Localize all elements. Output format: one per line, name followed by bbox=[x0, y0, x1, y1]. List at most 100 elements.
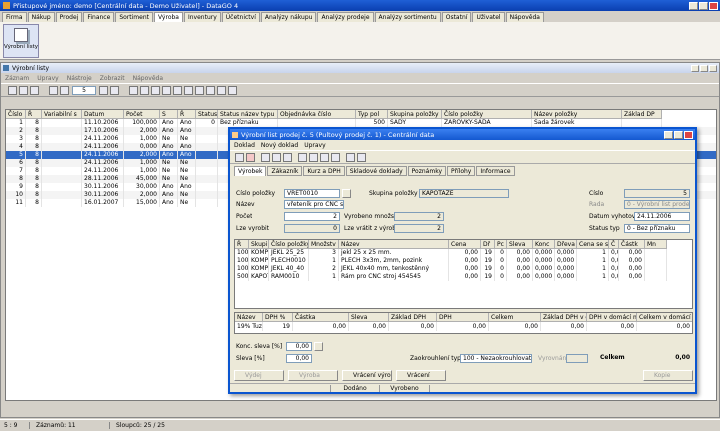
edit-icon[interactable] bbox=[8, 85, 17, 95]
list-menu-item-1[interactable]: Úpravy bbox=[37, 75, 58, 82]
menu-tab-6[interactable]: Inventury bbox=[183, 12, 221, 22]
copy-icon[interactable] bbox=[283, 152, 292, 162]
list-item[interactable]: 500KAPOTAZRAM00101Rám pro CNC stroj 4545… bbox=[235, 273, 692, 281]
vat-col-header[interactable]: Sleva bbox=[349, 313, 389, 322]
issue-button[interactable]: Výdej bbox=[234, 369, 284, 381]
items-col-header[interactable]: Dř bbox=[481, 240, 495, 249]
vat-col-header[interactable]: DPH v domácí m bbox=[587, 313, 637, 322]
list-menu-item-2[interactable]: Nástroje bbox=[67, 75, 92, 82]
items-col-header[interactable]: Dřeva bbox=[555, 240, 577, 249]
list-col-header[interactable]: S bbox=[160, 110, 178, 119]
menu-tab-4[interactable]: Sortiment bbox=[115, 12, 153, 22]
vat-col-header[interactable]: Celkem v domácí bbox=[637, 313, 692, 322]
production-button[interactable]: Výroba bbox=[288, 369, 338, 381]
menu-tab-1[interactable]: Nákup bbox=[27, 12, 55, 22]
items-col-header[interactable]: Mn bbox=[645, 240, 667, 249]
items-col-header[interactable]: Konc bbox=[533, 240, 555, 249]
status-type-select[interactable]: 0 - Bez příznaku bbox=[624, 224, 690, 233]
list-close-button[interactable] bbox=[709, 64, 717, 72]
items-col-header[interactable]: Číslo položky bbox=[269, 240, 309, 249]
list-col-header[interactable]: Objednávka číslo bbox=[278, 110, 356, 119]
items-col-header[interactable]: Cena bbox=[449, 240, 481, 249]
list-col-header[interactable]: Základ DP bbox=[622, 110, 662, 119]
list-menu-item-3[interactable]: Zobrazit bbox=[100, 75, 125, 82]
list-col-header[interactable]: Číslo položky bbox=[442, 110, 532, 119]
item-number-field[interactable]: VRET0010 bbox=[284, 189, 340, 198]
list-col-header[interactable]: Status1 bbox=[196, 110, 218, 119]
detail-tab-0[interactable]: Výrobek bbox=[234, 166, 267, 176]
link-icon[interactable] bbox=[298, 152, 307, 162]
list-menu-item-0[interactable]: Záznam bbox=[5, 75, 29, 82]
sort-icon[interactable] bbox=[140, 85, 149, 95]
filter-icon[interactable] bbox=[151, 85, 160, 95]
return-production-button[interactable]: Vrácení výroby bbox=[342, 369, 392, 381]
settings-icon[interactable] bbox=[228, 85, 237, 95]
menu-tab-2[interactable]: Prodej bbox=[55, 12, 83, 22]
issue-date-field[interactable]: 24.11.2006 bbox=[634, 212, 690, 221]
list-menu-item-4[interactable]: Nápověda bbox=[133, 75, 163, 82]
list-col-header[interactable]: Ř bbox=[178, 110, 196, 119]
items-col-header[interactable]: Množstv bbox=[309, 240, 339, 249]
vat-col-header[interactable]: DPH % bbox=[263, 313, 293, 322]
copy-button[interactable]: Kopie bbox=[643, 369, 693, 381]
menu-tab-3[interactable]: Finance bbox=[83, 12, 115, 22]
page-number-input[interactable]: 5 bbox=[72, 85, 96, 95]
detail-tab-3[interactable]: Skladové doklady bbox=[345, 166, 407, 176]
prev-record-icon[interactable] bbox=[60, 85, 69, 95]
items-col-header[interactable]: Skupi bbox=[249, 240, 269, 249]
items-col-header[interactable]: Pc bbox=[495, 240, 507, 249]
detail-maximize-button[interactable] bbox=[674, 130, 683, 139]
detail-minimize-button[interactable] bbox=[664, 130, 673, 139]
menu-tab-9[interactable]: Analýzy prodeje bbox=[317, 12, 374, 22]
next-record-icon[interactable] bbox=[99, 85, 108, 95]
select-icon[interactable] bbox=[195, 85, 204, 95]
vat-col-header[interactable]: Název bbox=[235, 313, 263, 322]
closing-discount-button[interactable] bbox=[314, 342, 323, 351]
tools-icon[interactable] bbox=[184, 85, 193, 95]
menu-tab-11[interactable]: Ostatní bbox=[441, 12, 472, 22]
calc-icon[interactable] bbox=[173, 85, 182, 95]
sort-icon[interactable] bbox=[346, 152, 355, 162]
detail-tab-5[interactable]: Přílohy bbox=[447, 166, 476, 176]
menu-tab-8[interactable]: Analýzy nákupu bbox=[260, 12, 317, 22]
list-col-header[interactable]: Počet bbox=[124, 110, 160, 119]
detail-menu-item-2[interactable]: Úpravy bbox=[304, 142, 325, 149]
list-col-header[interactable]: Název položky bbox=[532, 110, 622, 119]
menu-tab-10[interactable]: Analýzy sortimentu bbox=[374, 12, 441, 22]
close-button[interactable] bbox=[709, 1, 718, 10]
item-lookup-button[interactable] bbox=[342, 189, 351, 198]
print-icon[interactable] bbox=[261, 152, 270, 162]
menu-tab-13[interactable]: Nápověda bbox=[505, 12, 544, 22]
find-icon[interactable] bbox=[162, 85, 171, 95]
first-record-icon[interactable] bbox=[49, 85, 58, 95]
refresh-icon[interactable] bbox=[129, 85, 138, 95]
preview-icon[interactable] bbox=[272, 152, 281, 162]
items-col-header[interactable]: Částk bbox=[619, 240, 645, 249]
items-col-header[interactable]: Název bbox=[339, 240, 449, 249]
closing-discount-field[interactable]: 0,00 bbox=[286, 342, 312, 351]
detail-tab-4[interactable]: Poznámky bbox=[407, 166, 447, 176]
trash-icon[interactable] bbox=[357, 152, 366, 162]
detail-menu-item-1[interactable]: Nový doklad bbox=[261, 142, 298, 149]
minimize-button[interactable] bbox=[689, 1, 698, 10]
count-field[interactable]: 2 bbox=[284, 212, 340, 221]
discount-field[interactable]: 0,00 bbox=[286, 354, 312, 363]
name-field[interactable]: vřeteník pro CNC stroj atd. bbox=[284, 200, 344, 209]
rounding-select[interactable]: 100 - Nezaokrouhlovat bbox=[460, 354, 532, 363]
list-minimize-button[interactable] bbox=[691, 64, 699, 72]
columns-icon[interactable] bbox=[206, 85, 215, 95]
items-col-header[interactable]: Sleva bbox=[507, 240, 533, 249]
detail-tab-1[interactable]: Zákazník bbox=[267, 166, 303, 176]
vat-col-header[interactable]: Celkem bbox=[489, 313, 541, 322]
menu-tab-0[interactable]: Firma bbox=[2, 12, 27, 22]
unlink-icon[interactable] bbox=[309, 152, 318, 162]
print-icon[interactable] bbox=[19, 85, 28, 95]
items-col-header[interactable]: Cena se s bbox=[577, 240, 609, 249]
list-col-header[interactable]: Status název typu bbox=[218, 110, 278, 119]
export-icon[interactable] bbox=[217, 85, 226, 95]
list-col-header[interactable]: Skupina položky bbox=[388, 110, 442, 119]
list-col-header[interactable]: Číslo bbox=[6, 110, 26, 119]
list-col-header[interactable]: Ř bbox=[26, 110, 42, 119]
vat-col-header[interactable]: Základ DPH v dor bbox=[541, 313, 587, 322]
return-button[interactable]: Vrácení bbox=[396, 369, 446, 381]
